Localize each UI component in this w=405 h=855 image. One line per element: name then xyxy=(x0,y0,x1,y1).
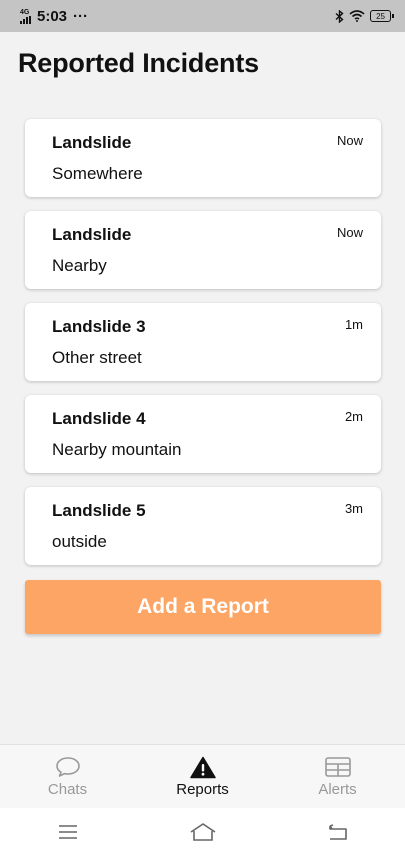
incident-time: 3m xyxy=(344,501,363,516)
add-report-button[interactable]: Add a Report xyxy=(25,580,381,634)
tab-label: Chats xyxy=(47,781,88,798)
tab-alerts[interactable]: Alerts xyxy=(270,745,405,808)
incident-location: Nearby xyxy=(52,256,107,275)
tab-chats[interactable]: Chats xyxy=(0,745,135,808)
incident-title: Landslide 4 xyxy=(52,409,146,428)
status-bar: 4G 5:03 ··· 25 xyxy=(0,0,405,32)
status-time: 5:03 xyxy=(37,7,68,25)
incident-title: Landslide xyxy=(52,133,132,152)
incident-location: Nearby mountain xyxy=(52,440,182,459)
system-nav-bar xyxy=(0,808,405,855)
signal-icon: 4G xyxy=(20,9,31,24)
incident-time: Now xyxy=(336,225,363,240)
incident-card[interactable]: Landslide 4 Nearby mountain 2m xyxy=(25,395,381,473)
incident-card[interactable]: Landslide 3 Other street 1m xyxy=(25,303,381,381)
chat-bubble-icon xyxy=(54,755,82,779)
status-right: 25 xyxy=(335,9,394,23)
bluetooth-icon xyxy=(335,9,344,23)
menu-icon[interactable] xyxy=(48,817,88,847)
tab-label: Alerts xyxy=(318,781,357,798)
table-grid-icon xyxy=(324,755,352,779)
network-type: 4G xyxy=(20,8,30,16)
tab-reports[interactable]: Reports xyxy=(135,745,270,808)
incident-title: Landslide 5 xyxy=(52,501,146,520)
status-left: 4G 5:03 ··· xyxy=(20,8,88,25)
battery-level: 25 xyxy=(376,11,385,21)
incident-location: Other street xyxy=(52,348,142,367)
incident-card[interactable]: Landslide Somewhere Now xyxy=(25,119,381,197)
incident-card[interactable]: Landslide Nearby Now xyxy=(25,211,381,289)
incident-title: Landslide xyxy=(52,225,132,244)
signal-bars xyxy=(20,15,31,24)
wifi-icon xyxy=(349,10,365,22)
incident-time: 2m xyxy=(344,409,363,424)
incident-location: Somewhere xyxy=(52,164,143,183)
incident-time: Now xyxy=(336,133,363,148)
incident-list: Landslide Somewhere Now Landslide Nearby… xyxy=(25,119,381,579)
page-title: Reported Incidents xyxy=(18,48,259,78)
incident-time: 1m xyxy=(344,317,363,332)
incident-card[interactable]: Landslide 5 outside 3m xyxy=(25,487,381,565)
incident-location: outside xyxy=(52,532,107,551)
warning-icon xyxy=(189,755,217,779)
battery-icon: 25 xyxy=(370,10,394,22)
status-dots: ··· xyxy=(73,7,89,25)
home-icon[interactable] xyxy=(183,817,223,847)
tab-label: Reports xyxy=(176,781,229,798)
back-icon[interactable] xyxy=(318,817,358,847)
bottom-tab-bar: Chats Reports Alerts xyxy=(0,744,405,808)
incident-title: Landslide 3 xyxy=(52,317,146,336)
